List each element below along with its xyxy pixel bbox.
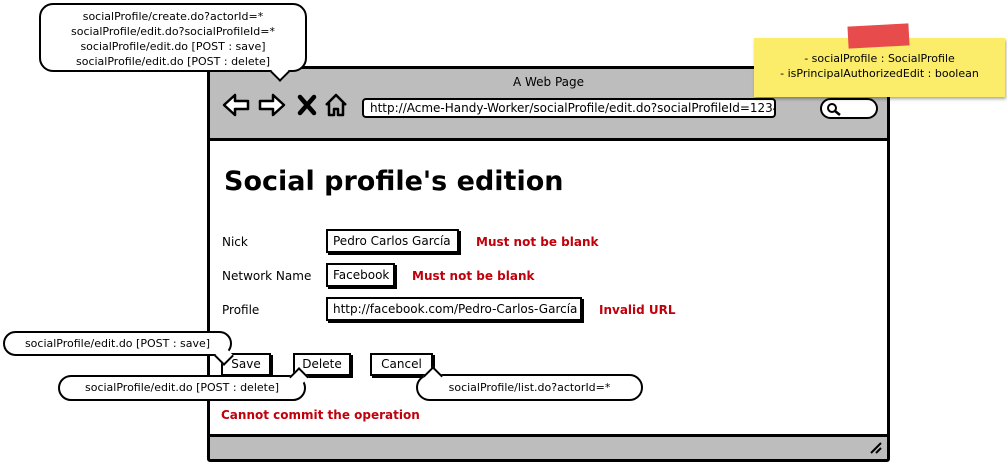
note-line: - socialProfile : SocialProfile bbox=[804, 52, 955, 65]
save-callout: socialProfile/edit.do [POST : save] bbox=[3, 331, 234, 366]
delete-callout-text: socialProfile/edit.do [POST : delete] bbox=[84, 381, 280, 394]
status-bar bbox=[210, 434, 887, 459]
home-icon[interactable] bbox=[323, 91, 349, 119]
callout-line: socialProfile/create.do?actorId=* bbox=[82, 10, 264, 23]
note-tape bbox=[847, 23, 910, 49]
note-line: - isPrincipalAuthorizedEdit : boolean bbox=[780, 67, 979, 80]
save-callout-text: socialProfile/edit.do [POST : save] bbox=[24, 337, 211, 350]
network-name-label: Network Name bbox=[222, 269, 312, 283]
global-error: Cannot commit the operation bbox=[221, 408, 420, 422]
profile-label: Profile bbox=[222, 303, 260, 317]
nick-field[interactable]: Pedro Carlos García bbox=[326, 229, 459, 253]
network-name-field[interactable]: Facebook bbox=[326, 263, 395, 287]
nick-label: Nick bbox=[222, 235, 248, 249]
browser-window: A Web Page http://Acme-Handy-Worker/soci… bbox=[207, 66, 890, 462]
network-name-error: Must not be blank bbox=[412, 269, 535, 283]
stop-icon[interactable] bbox=[296, 91, 318, 119]
address-bar[interactable]: http://Acme-Handy-Worker/socialProfile/e… bbox=[362, 98, 776, 118]
cancel-button[interactable]: Cancel bbox=[370, 353, 433, 376]
nick-error: Must not be blank bbox=[476, 235, 599, 249]
profile-error: Invalid URL bbox=[599, 303, 676, 317]
search-icon bbox=[827, 103, 841, 116]
search-box[interactable] bbox=[820, 98, 878, 119]
page-title: Social profile's edition bbox=[224, 166, 564, 197]
callout-line: socialProfile/edit.do [POST : delete] bbox=[75, 55, 271, 68]
delete-callout: socialProfile/edit.do [POST : delete] bbox=[58, 367, 309, 401]
cancel-callout: socialProfile/list.do?actorId=* bbox=[416, 366, 643, 401]
callout-line: socialProfile/edit.do?socialProfileId=* bbox=[71, 25, 275, 38]
resize-grip-icon[interactable] bbox=[867, 440, 883, 454]
back-arrow-icon[interactable] bbox=[221, 91, 251, 119]
callout-line: socialProfile/edit.do [POST : save] bbox=[80, 40, 266, 53]
forward-arrow-icon[interactable] bbox=[257, 91, 287, 119]
cancel-callout-text: socialProfile/list.do?actorId=* bbox=[448, 381, 611, 394]
create-edit-urls-callout: socialProfile/create.do?actorId=* social… bbox=[39, 3, 307, 82]
profile-field[interactable]: http://facebook.com/Pedro-Carlos-García bbox=[326, 297, 582, 321]
